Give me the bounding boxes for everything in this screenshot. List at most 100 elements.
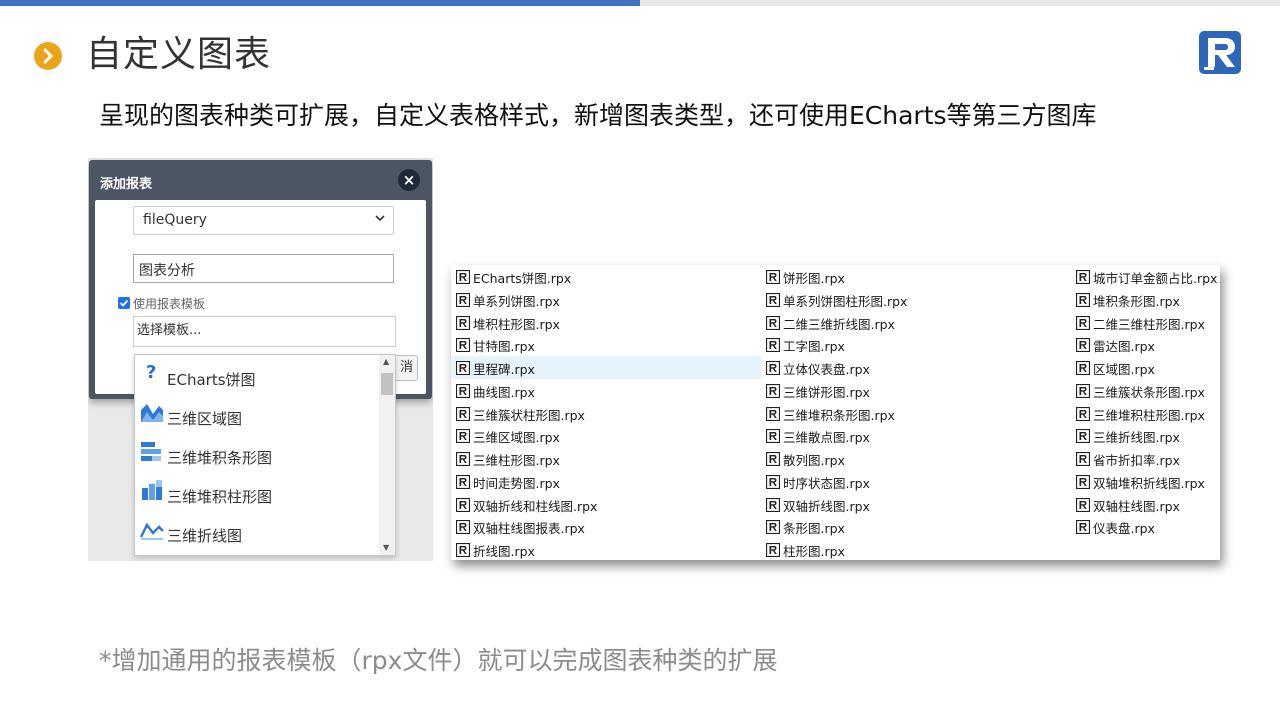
file-name: 堆积条形图.rpx — [1093, 293, 1180, 309]
file-item[interactable]: 区域图.rpx — [1071, 356, 1220, 379]
file-item[interactable]: 双轴堆积折线图.rpx — [1071, 470, 1220, 493]
file-item[interactable]: 散列图.rpx — [761, 447, 1071, 470]
stacked-column-3d-icon — [139, 478, 165, 502]
file-name: 省市折扣率.rpx — [1093, 453, 1180, 468]
template-option[interactable]: 三维堆积柱形图 — [135, 472, 380, 511]
file-item[interactable]: 三维簇状柱形图.rpx — [451, 402, 761, 425]
file-item[interactable]: 三维折线图.rpx — [1071, 424, 1220, 447]
file-name: 单系列饼图.rpx — [473, 293, 560, 309]
dropdown-scrollbar[interactable]: ▲ ▼ — [379, 355, 395, 555]
file-name: 仪表盘.rpx — [1093, 521, 1155, 537]
file-name: 双轴堆积折线图.rpx — [1093, 475, 1205, 491]
scroll-down-icon[interactable]: ▼ — [383, 543, 389, 552]
file-item[interactable]: 双轴折线和柱线图.rpx — [451, 493, 761, 516]
report-file-icon — [765, 497, 781, 512]
report-file-icon — [765, 428, 781, 444]
report-file-icon — [455, 337, 471, 353]
file-item[interactable]: 单系列饼图.rpx — [451, 288, 761, 311]
file-item[interactable]: 仪表盘.rpx — [1071, 515, 1220, 538]
file-item[interactable]: 三维区域图.rpx — [451, 424, 761, 447]
report-file-icon — [1075, 292, 1091, 307]
template-dropdown: ? ECharts饼图 三维区域图 三维堆积条形图 三维堆积柱形图 三维折线图 … — [134, 354, 396, 556]
source-select[interactable]: fileQuery — [133, 206, 394, 235]
file-name: 雷达图.rpx — [1093, 339, 1155, 355]
file-item[interactable]: 省市折扣率.rpx — [1071, 447, 1220, 470]
file-name: 条形图.rpx — [783, 521, 845, 537]
report-file-icon — [455, 269, 471, 285]
file-name: 折线图.rpx — [473, 544, 535, 559]
report-file-icon — [765, 292, 781, 307]
file-item[interactable]: 甘特图.rpx — [451, 333, 761, 356]
svg-text:?: ? — [146, 362, 156, 383]
report-name-input[interactable]: 图表分析 — [133, 254, 394, 283]
source-select-value: fileQuery — [143, 212, 207, 228]
report-file-icon — [1075, 315, 1091, 330]
template-option[interactable]: 三维堆积条形图 — [135, 433, 380, 472]
report-file-icon — [455, 428, 471, 444]
stacked-bar-3d-icon — [139, 439, 165, 463]
top-gray-bar — [640, 0, 1280, 6]
file-item[interactable]: 三维堆积柱形图.rpx — [1071, 402, 1220, 425]
report-file-icon — [765, 406, 781, 421]
report-file-icon — [1075, 497, 1091, 512]
add-report-dialog-screenshot: 添加报表 × fileQuery 图表分析 使用报表模板 选择模板... 消 ?… — [88, 158, 433, 561]
template-option[interactable]: 三维折线图 — [135, 511, 380, 550]
file-name: 立体仪表盘.rpx — [783, 362, 870, 377]
report-file-icon — [1075, 428, 1091, 444]
file-name: 二维三维柱形图.rpx — [1093, 316, 1205, 332]
file-item[interactable]: 饼形图.rpx — [761, 265, 1071, 288]
close-icon[interactable]: × — [398, 169, 420, 191]
template-option[interactable]: ? ECharts饼图 — [135, 355, 380, 394]
file-item[interactable]: 二维三维柱形图.rpx — [1071, 311, 1220, 334]
file-item[interactable]: 里程碑.rpx — [451, 356, 761, 379]
file-item[interactable]: 工字图.rpx — [761, 333, 1071, 356]
report-file-icon — [765, 383, 781, 398]
footnote: *增加通用的报表模板（rpx文件）就可以完成图表种类的扩展 — [99, 646, 778, 675]
file-item[interactable]: 双轴折线图.rpx — [761, 493, 1071, 516]
file-item[interactable]: 折线图.rpx — [451, 538, 761, 561]
report-file-icon — [1075, 337, 1091, 353]
file-name: ECharts饼图.rpx — [473, 271, 572, 286]
file-name: 工字图.rpx — [783, 339, 845, 355]
file-item[interactable]: 柱形图.rpx — [761, 538, 1071, 561]
file-item[interactable]: 条形图.rpx — [761, 515, 1071, 538]
file-item[interactable]: 三维散点图.rpx — [761, 424, 1071, 447]
file-name: 区域图.rpx — [1093, 362, 1155, 377]
file-name: 散列图.rpx — [783, 453, 845, 468]
file-item[interactable]: 时序状态图.rpx — [761, 470, 1071, 493]
file-item[interactable]: 三维堆积条形图.rpx — [761, 402, 1071, 425]
file-item[interactable]: ECharts饼图.rpx — [451, 265, 761, 288]
file-item[interactable]: 雷达图.rpx — [1071, 333, 1220, 356]
template-option[interactable]: 三维区域图 — [135, 394, 380, 433]
file-item[interactable]: 双轴柱线图.rpx — [1071, 493, 1220, 516]
file-item[interactable]: 立体仪表盘.rpx — [761, 356, 1071, 379]
file-item[interactable]: 三维柱形图.rpx — [451, 447, 761, 470]
file-item[interactable]: 曲线图.rpx — [451, 379, 761, 402]
file-item[interactable]: 二维三维折线图.rpx — [761, 311, 1071, 334]
file-item[interactable]: 时间走势图.rpx — [451, 470, 761, 493]
file-name: 双轴柱线图.rpx — [1093, 498, 1180, 514]
use-template-label: 使用报表模板 — [133, 297, 206, 311]
report-file-icon — [455, 406, 471, 421]
file-item[interactable]: 双轴柱线图报表.rpx — [451, 515, 761, 538]
scroll-up-icon[interactable]: ▲ — [383, 357, 389, 366]
report-file-icon — [765, 337, 781, 353]
template-select[interactable]: 选择模板... — [133, 316, 396, 347]
file-name: 二维三维折线图.rpx — [783, 316, 895, 332]
report-file-icon — [765, 315, 781, 330]
use-template-checkbox[interactable] — [118, 297, 130, 309]
file-item[interactable]: 单系列饼图柱形图.rpx — [761, 288, 1071, 311]
file-name: 双轴折线和柱线图.rpx — [473, 498, 598, 514]
file-name: 时间走势图.rpx — [473, 475, 560, 491]
file-name: 曲线图.rpx — [473, 384, 535, 400]
scrollbar-thumb[interactable] — [381, 373, 393, 395]
file-item[interactable]: 堆积条形图.rpx — [1071, 288, 1220, 311]
file-name: 三维散点图.rpx — [783, 430, 870, 446]
file-item[interactable]: 城市订单金额占比.rpx — [1071, 265, 1220, 288]
file-item[interactable]: 三维簇状条形图.rpx — [1071, 379, 1220, 402]
line-chart-3d-icon — [139, 517, 165, 541]
file-name: 城市订单金额占比.rpx — [1093, 271, 1218, 286]
report-file-icon — [455, 519, 471, 535]
file-item[interactable]: 三维饼形图.rpx — [761, 379, 1071, 402]
file-item[interactable]: 堆积柱形图.rpx — [451, 311, 761, 334]
